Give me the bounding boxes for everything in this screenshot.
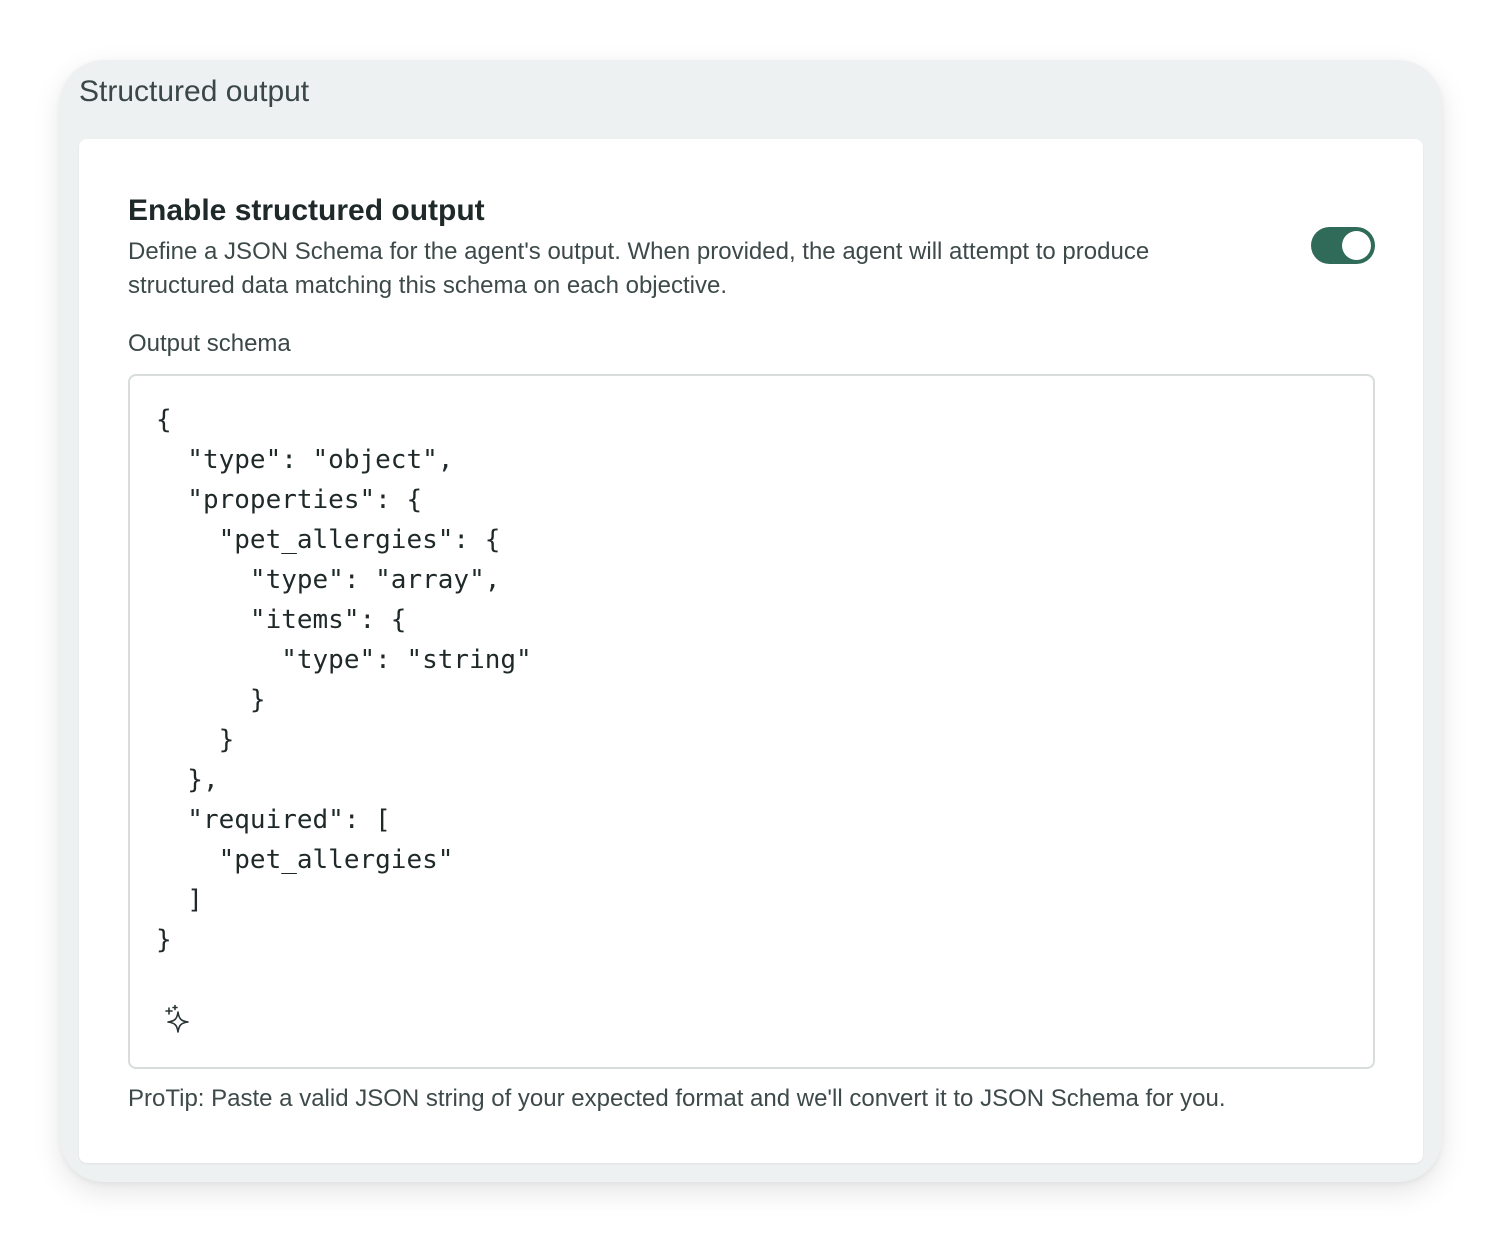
structured-output-card: Enable structured output Define a JSON S… <box>79 139 1423 1163</box>
enable-structured-output-description: Define a JSON Schema for the agent's out… <box>128 238 1150 299</box>
structured-output-panel: Structured output Enable structured outp… <box>60 60 1442 1182</box>
panel-title: Structured output <box>79 75 310 108</box>
enable-structured-output-heading: Enable structured output <box>128 194 485 227</box>
output-schema-code[interactable]: { "type": "object", "properties": { "pet… <box>156 400 532 960</box>
enable-structured-output-toggle[interactable] <box>1311 227 1375 264</box>
sparkle-icon[interactable] <box>163 1004 193 1036</box>
protip-text: ProTip: Paste a valid JSON string of you… <box>128 1085 1226 1112</box>
toggle-knob <box>1342 231 1371 260</box>
output-schema-editor[interactable]: { "type": "object", "properties": { "pet… <box>128 374 1375 1069</box>
output-schema-label: Output schema <box>128 330 291 357</box>
